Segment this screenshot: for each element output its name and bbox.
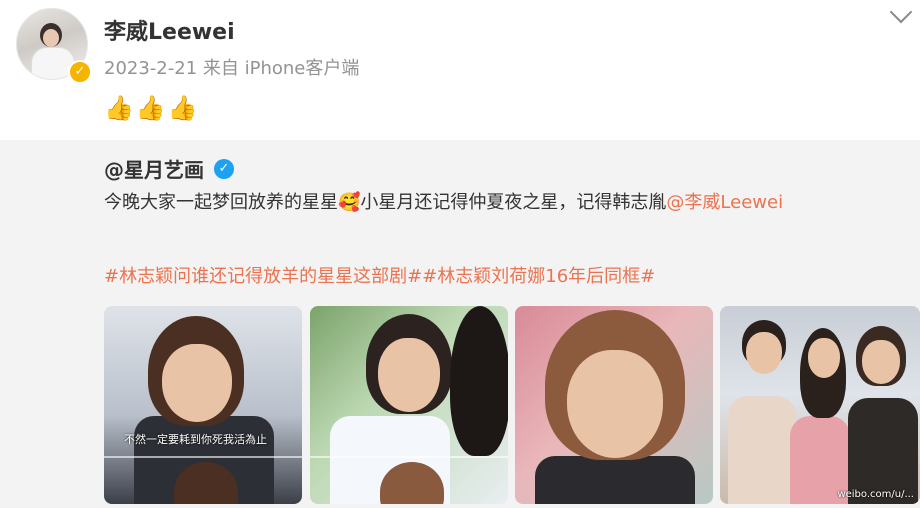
repost-author-name[interactable]: @星月艺画	[104, 154, 204, 183]
repost-text-after: 小星月还记得仲夏夜之星，记得韩志胤	[360, 192, 667, 213]
repost-image-4[interactable]: weibo.com/u/...	[720, 306, 920, 504]
repost-text: 今晚大家一起梦回放养的星星🥰小星月还记得仲夏夜之星，记得韩志胤@李威Leewei	[104, 190, 904, 216]
image-divider	[104, 456, 302, 458]
image-figure	[535, 456, 695, 504]
image-figure	[862, 340, 900, 384]
verified-blue-icon: ✓	[214, 158, 234, 179]
image-figure	[450, 306, 508, 456]
image-divider	[310, 456, 508, 458]
repost-card[interactable]: @星月艺画 ✓ 今晚大家一起梦回放养的星星🥰小星月还记得仲夏夜之星，记得韩志胤@…	[0, 140, 920, 508]
image-subtitle: 不然一定要耗到你死我活為止	[124, 433, 267, 446]
image-watermark: weibo.com/u/...	[837, 489, 914, 500]
repost-image-2[interactable]	[310, 306, 508, 504]
image-figure	[567, 350, 663, 458]
post-emojis: 👍👍👍	[104, 94, 200, 122]
chevron-down-icon[interactable]	[889, 0, 913, 24]
repost-image-3[interactable]	[515, 306, 713, 504]
author-name[interactable]: 李威Leewei	[104, 14, 235, 46]
repost-text-before: 今晚大家一起梦回放养的星星	[104, 192, 338, 213]
face-emoji-icon: 🥰	[338, 192, 361, 213]
image-figure	[162, 344, 232, 422]
repost-hashtags[interactable]: #林志颖问谁还记得放羊的星星这部剧##林志颖刘荷娜16年后同框#	[104, 262, 655, 288]
repost-image-1[interactable]: 不然一定要耗到你死我活為止	[104, 306, 302, 504]
post-meta: 2023-2-21 来自 iPhone客户端	[104, 58, 360, 79]
verified-gold-icon: ✓	[68, 60, 92, 84]
image-figure	[808, 338, 840, 378]
image-figure	[746, 332, 782, 374]
post-header: ✓ 李威Leewei 2023-2-21 来自 iPhone客户端 👍👍👍	[0, 0, 920, 140]
repost-author[interactable]: @星月艺画 ✓	[104, 154, 234, 183]
image-figure	[728, 396, 796, 504]
image-figure	[378, 338, 440, 412]
avatar-face	[43, 29, 59, 47]
mention-link[interactable]: @李威Leewei	[666, 192, 783, 213]
